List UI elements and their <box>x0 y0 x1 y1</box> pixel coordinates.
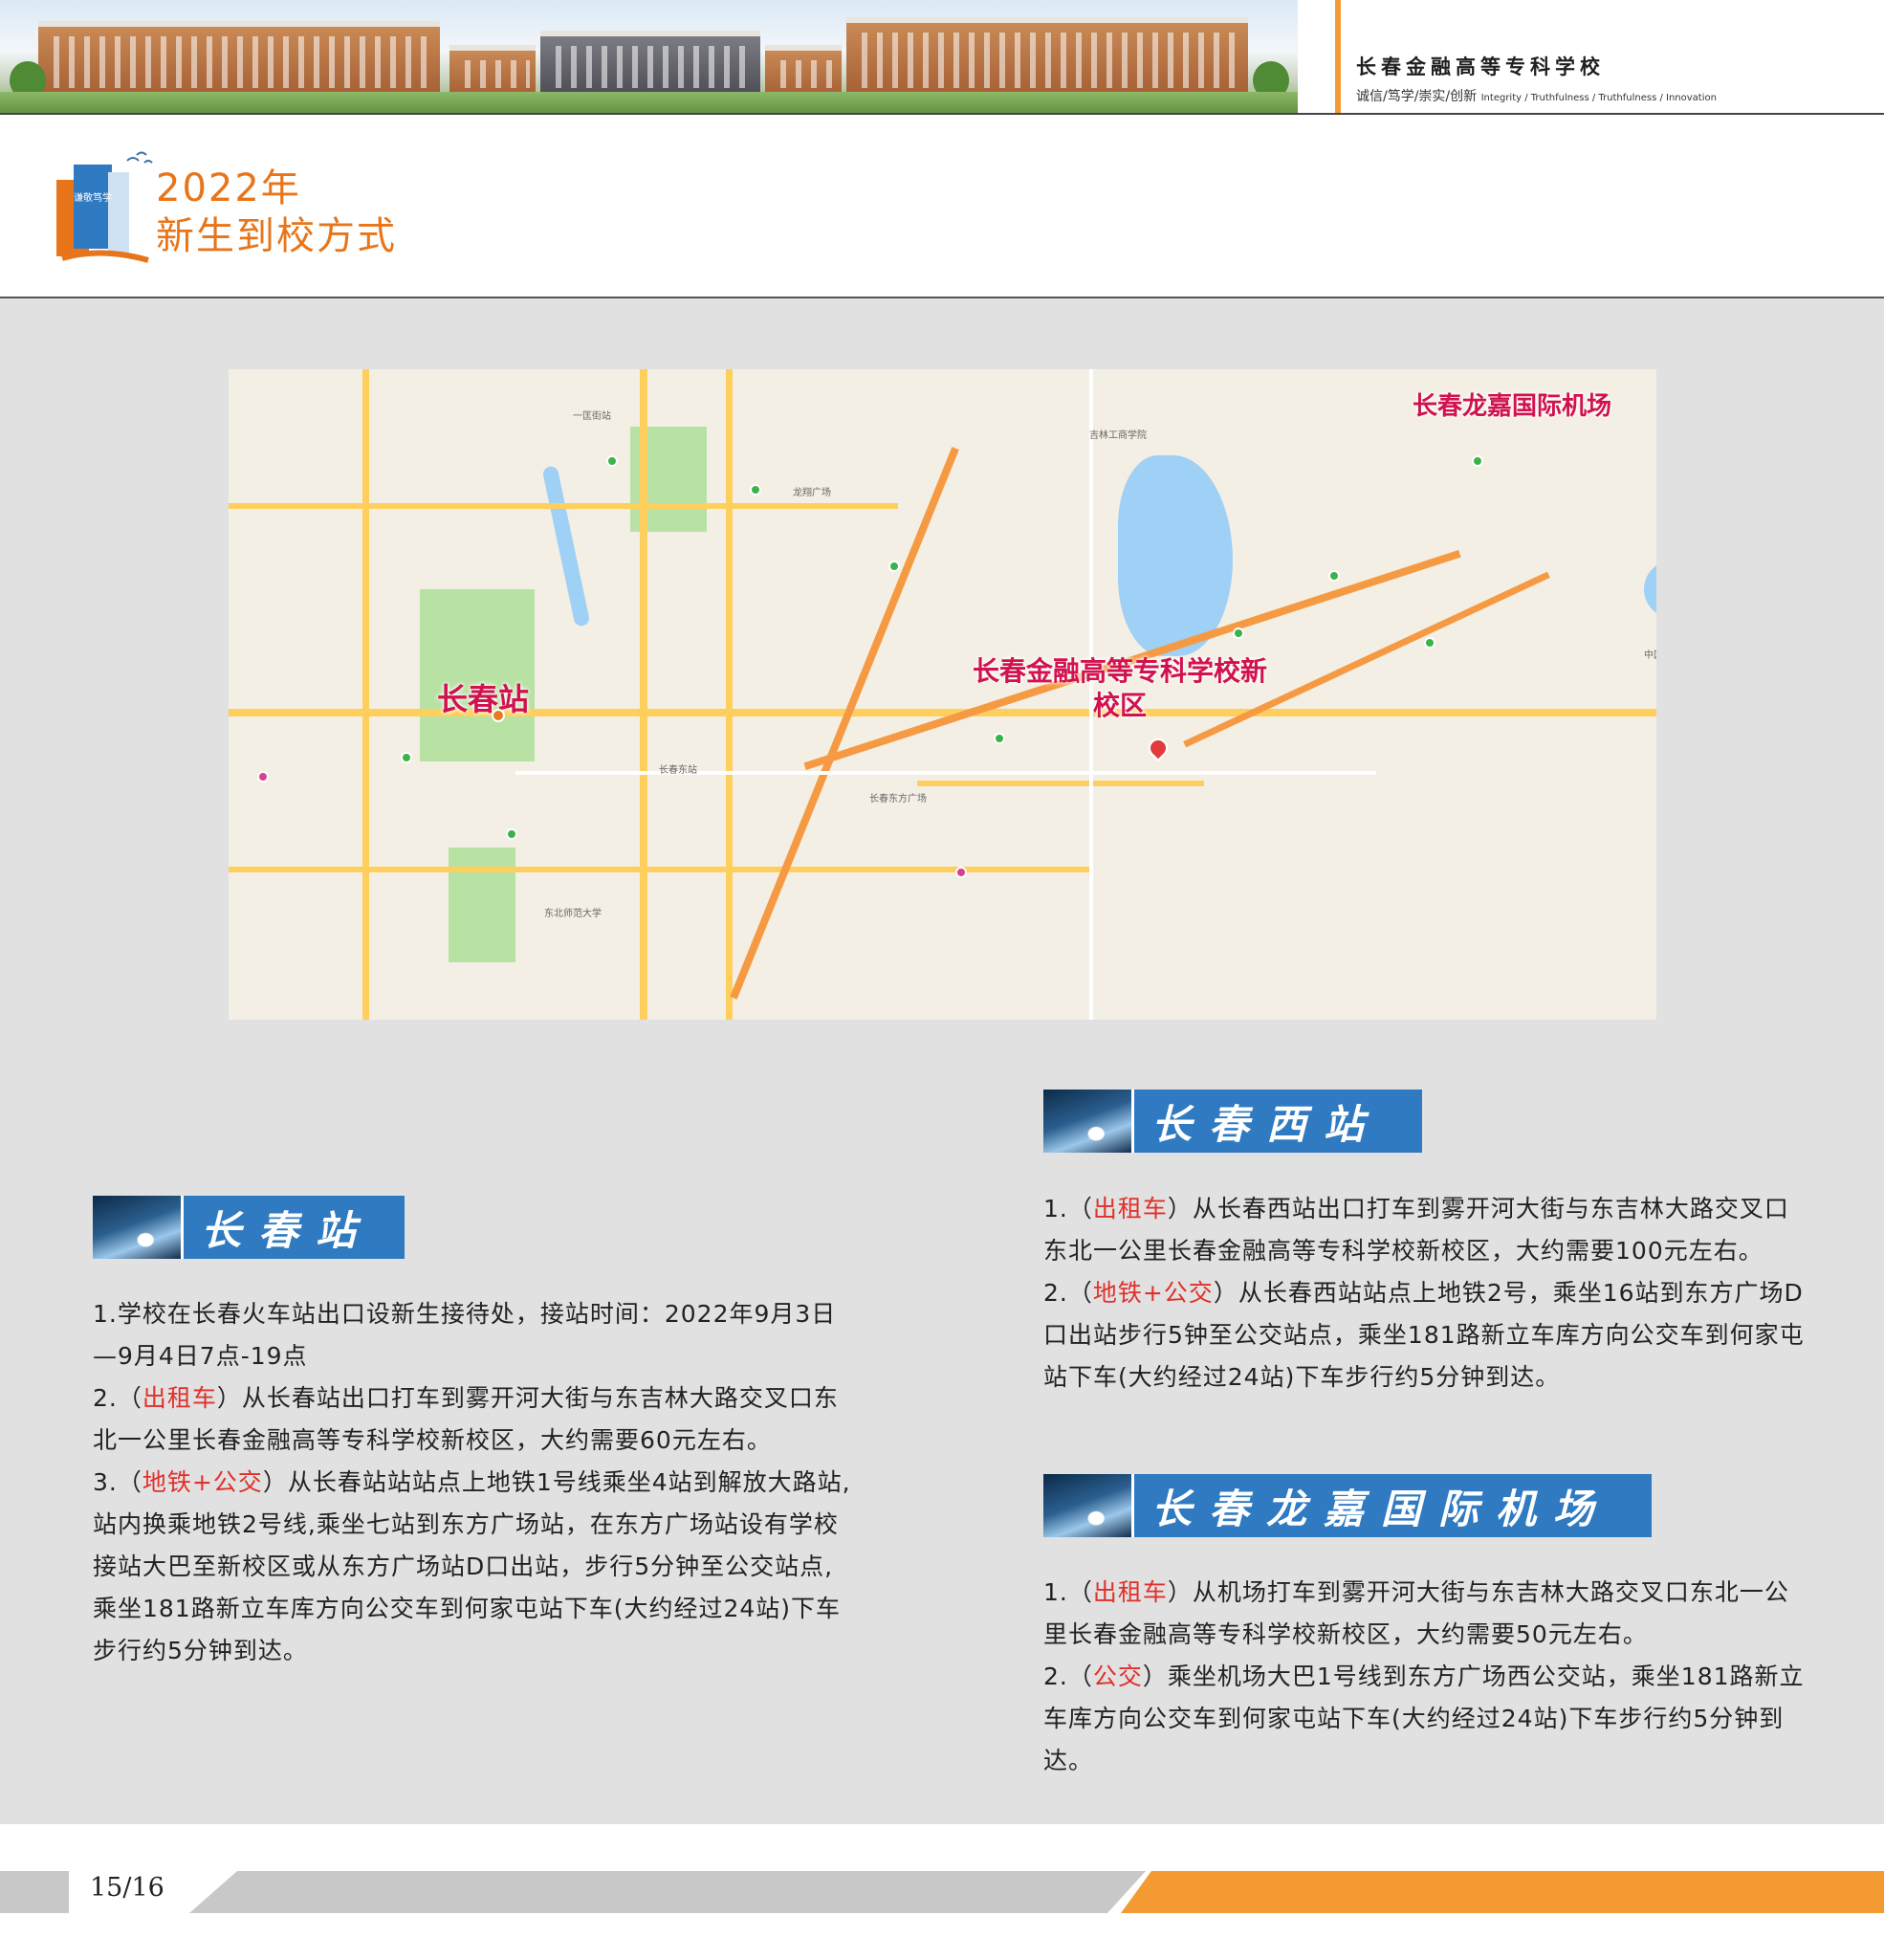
map-label-airport: 长春龙嘉国际机场 <box>1413 392 1612 421</box>
taxi-tag: 出租车 <box>1092 1195 1168 1222</box>
changchun-station-text: 1.学校在长春火车站出口设新生接待处，接站时间：2022年9月3日—9月4日7点… <box>93 1293 858 1672</box>
map-label-campus: 长春金融高等专科学校新 校区 <box>973 654 1267 723</box>
school-name: 长春金融高等专科学校 <box>1356 55 1605 78</box>
header-divider <box>1335 0 1341 115</box>
campus-pin-icon <box>1144 734 1172 762</box>
footer-grey-block <box>0 1871 69 1913</box>
footer-grey-stripe <box>189 1871 1146 1913</box>
metro-bus-tag: 地铁+公交 <box>1092 1279 1214 1307</box>
west-item-1: 1.（出租车）从长春西站出口打车到雾开河大街与东吉林大路交叉口东北一公里长春金融… <box>1043 1195 1789 1265</box>
section-badge-airport: 长春龙嘉国际机场 <box>1043 1474 1652 1537</box>
train-icon <box>1043 1474 1134 1537</box>
section-badge-changchun-station: 长春站 <box>93 1196 405 1259</box>
bus-tag: 公交 <box>1092 1663 1143 1690</box>
train-icon <box>1043 1090 1134 1153</box>
west-item-2: 2.（地铁+公交）从长春西站站点上地铁2号，乘坐16站到东方广场D口出站步行5钟… <box>1043 1279 1805 1391</box>
airport-item-2: 2.（公交）乘坐机场大巴1号线到东方广场西公交站，乘坐181路新立车库方向公交车… <box>1043 1663 1805 1774</box>
motto-en: Integrity / Truthfulness / Truthfulness … <box>1480 93 1717 103</box>
airport-item-1: 1.（出租车）从机场打车到雾开河大街与东吉林大路交叉口东北一公里长春金融高等专科… <box>1043 1578 1789 1648</box>
station-marker-icon <box>492 709 505 722</box>
section-title-changchun-station: 长春站 <box>201 1206 374 1254</box>
book-icon-text: 谦敬笃学 <box>74 191 112 204</box>
map-label-campus-line1: 长春金融高等专科学校新 <box>973 655 1268 687</box>
page-title: 2022年 新生到校方式 <box>156 165 397 260</box>
changchun-west-text: 1.（出租车）从长春西站出口打车到雾开河大街与东吉林大路交叉口东北一公里长春金融… <box>1043 1188 1808 1398</box>
title-subtitle: 新生到校方式 <box>156 214 397 258</box>
airport-text: 1.（出租车）从机场打车到雾开河大街与东吉林大路交叉口东北一公里长春金融高等专科… <box>1043 1572 1808 1782</box>
station-item-1: 1.学校在长春火车站出口设新生接待处，接站时间：2022年9月3日—9月4日7点… <box>93 1300 837 1370</box>
page-number: 15/16 <box>90 1873 164 1903</box>
taxi-tag: 出租车 <box>142 1384 217 1412</box>
book-icon: 谦敬笃学 <box>56 151 153 263</box>
map-label-station: 长春站 <box>437 681 530 717</box>
section-title-airport: 长春龙嘉国际机场 <box>1151 1485 1611 1532</box>
taxi-tag: 出租车 <box>1092 1578 1168 1606</box>
train-icon <box>93 1196 184 1259</box>
school-motto: 诚信/笃学/崇实/创新 Integrity / Truthfulness / T… <box>1356 86 1717 105</box>
motto-cn: 诚信/笃学/崇实/创新 <box>1356 89 1478 104</box>
station-item-2: 2.（出租车）从长春站出口打车到雾开河大街与东吉林大路交叉口东北一公里长春金融高… <box>93 1384 839 1454</box>
section-title-changchun-west: 长春西站 <box>1151 1100 1382 1148</box>
map-label-campus-line2: 校区 <box>1093 690 1148 721</box>
title-year: 2022年 <box>156 166 301 210</box>
footer-orange-stripe <box>1121 1871 1884 1913</box>
campus-banner-image <box>0 0 1298 115</box>
metro-bus-tag: 地铁+公交 <box>142 1468 263 1496</box>
header-rule <box>0 113 1884 115</box>
section-badge-changchun-west: 长春西站 <box>1043 1090 1422 1153</box>
station-item-3: 3.（地铁+公交）从长春站站站点上地铁1号线乘坐4站到解放大路站,站内换乘地铁2… <box>93 1468 851 1664</box>
route-map: 一匡街站 吉林工商学院 龙翔广场 长春东站 长春东方广场 东北师范大学 中国石油… <box>229 369 1656 1020</box>
